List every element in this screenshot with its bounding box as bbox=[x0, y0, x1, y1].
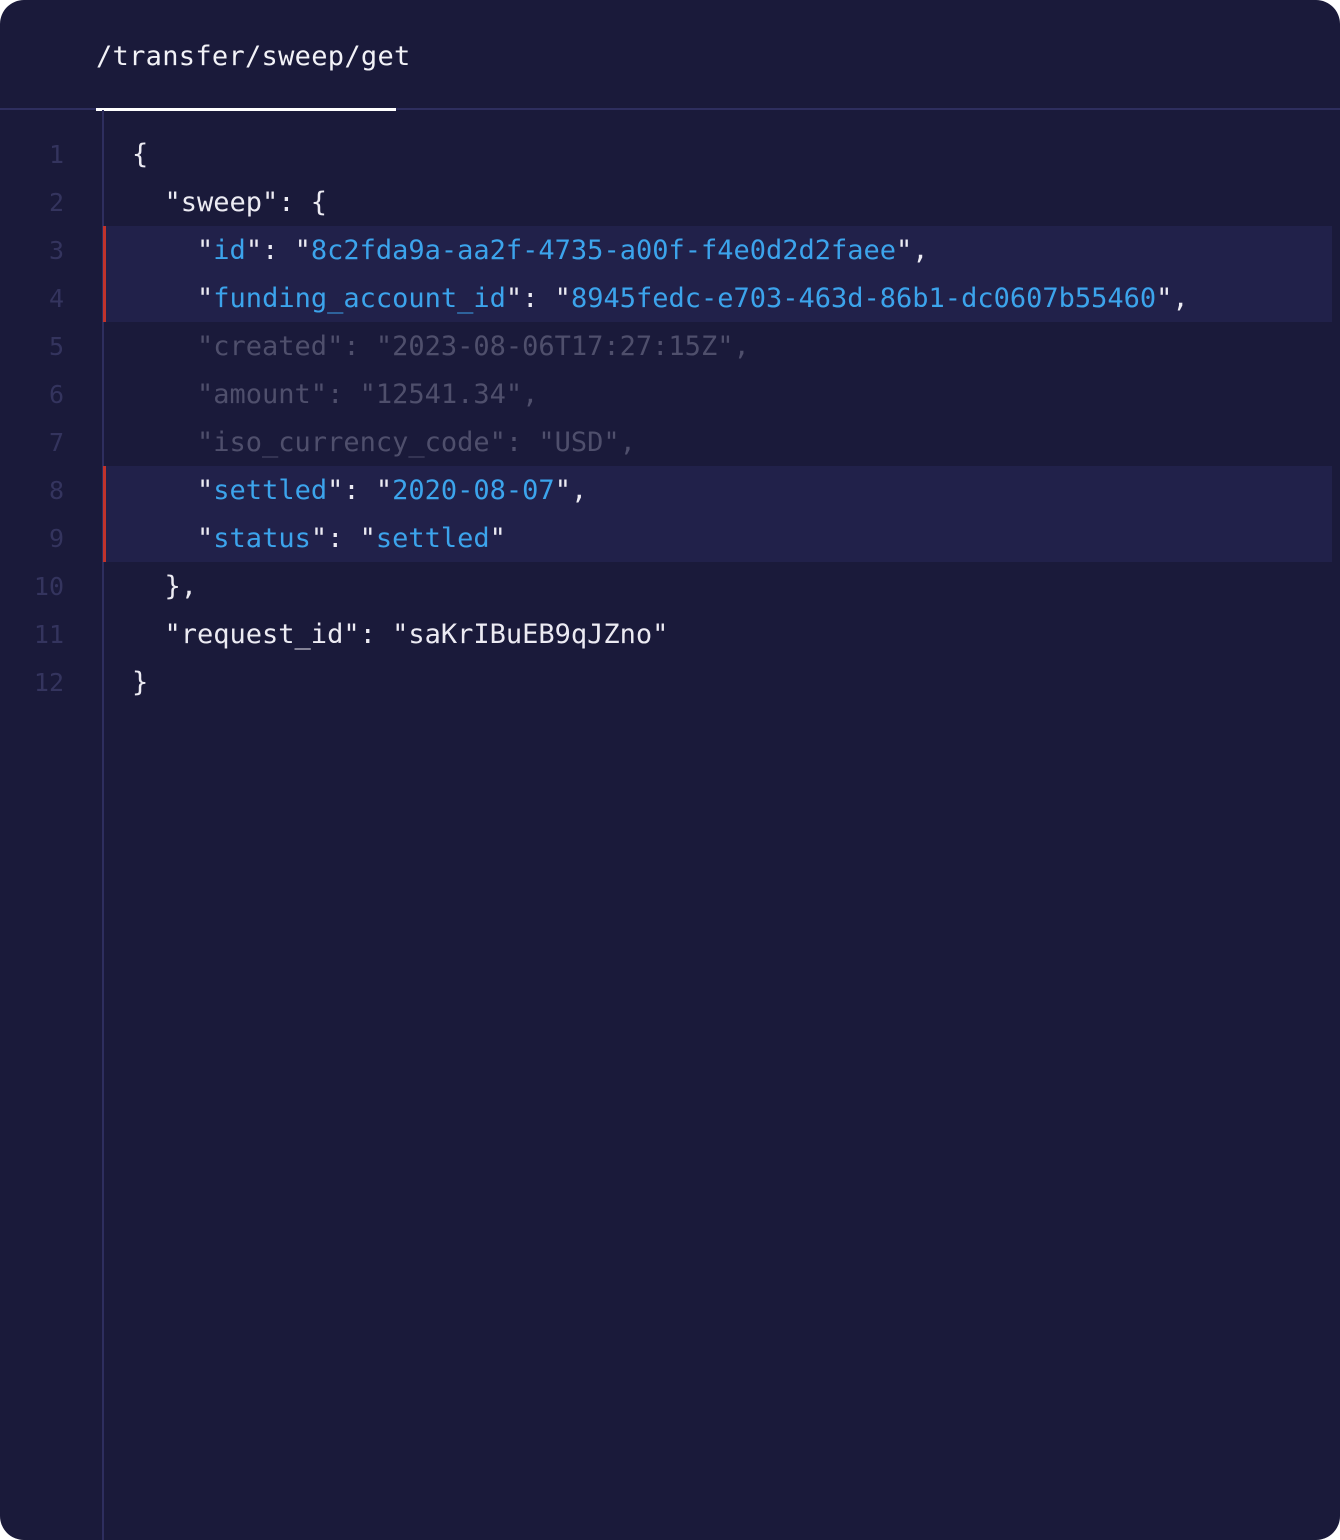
code-line: 11 "request_id": "saKrIBuEB9qJZno" bbox=[0, 612, 1340, 660]
line-number: 12 bbox=[33, 668, 64, 697]
tab-bar: /transfer/sweep/get bbox=[0, 0, 1340, 110]
code-text: "funding_account_id": "8945fedc-e703-463… bbox=[132, 276, 1189, 322]
json-key: funding_account_id bbox=[213, 283, 506, 314]
code-line: 1 { bbox=[0, 132, 1340, 180]
highlighted-code-line: 4 "funding_account_id": "8945fedc-e703-4… bbox=[0, 274, 1340, 324]
code-block: 1 { 2 "sweep": { 3 "id": "8c2fda9a-aa2f-… bbox=[0, 132, 1340, 708]
code-line: 2 "sweep": { bbox=[0, 180, 1340, 228]
line-number: 6 bbox=[48, 380, 64, 409]
line-number: 3 bbox=[48, 236, 64, 265]
json-trail: ", bbox=[554, 475, 588, 506]
code-line: 7 "iso_currency_code": "USD", bbox=[0, 420, 1340, 468]
line-number: 11 bbox=[33, 620, 64, 649]
code-line: 5 "created": "2023-08-06T17:27:15Z", bbox=[0, 324, 1340, 372]
line-number: 2 bbox=[48, 188, 64, 217]
json-value: 8c2fda9a-aa2f-4735-a00f-f4e0d2d2faee bbox=[310, 235, 897, 266]
code-text: { bbox=[132, 139, 149, 170]
json-key: id bbox=[213, 235, 246, 266]
json-value: settled bbox=[375, 523, 490, 554]
code-text: "id": "8c2fda9a-aa2f-4735-a00f-f4e0d2d2f… bbox=[132, 228, 929, 274]
code-text: "settled": "2020-08-07", bbox=[132, 468, 587, 514]
code-text: "request_id": "saKrIBuEB9qJZno" bbox=[132, 619, 669, 650]
line-number: 10 bbox=[33, 572, 64, 601]
highlighted-code-line: 3 "id": "8c2fda9a-aa2f-4735-a00f-f4e0d2d… bbox=[0, 226, 1340, 276]
code-text: "sweep": { bbox=[132, 187, 328, 218]
code-text: "status": "settled" bbox=[132, 516, 506, 562]
highlighted-code-line: 9 "status": "settled" bbox=[0, 514, 1340, 564]
code-text: "created": "2023-08-06T17:27:15Z", bbox=[132, 331, 750, 362]
json-trail: " bbox=[489, 523, 506, 554]
code-line: 6 "amount": "12541.34", bbox=[0, 372, 1340, 420]
highlighted-code-line: 8 "settled": "2020-08-07", bbox=[0, 466, 1340, 516]
line-number: 1 bbox=[48, 140, 64, 169]
line-number: 5 bbox=[48, 332, 64, 361]
json-trail: ", bbox=[896, 235, 929, 266]
json-value: 2020-08-07 bbox=[392, 475, 555, 506]
code-text: "amount": "12541.34", bbox=[132, 379, 539, 410]
line-number: 9 bbox=[48, 524, 64, 553]
json-value: 8945fedc-e703-463d-86b1-dc0607b55460 bbox=[570, 283, 1157, 314]
line-number: 4 bbox=[48, 284, 64, 313]
active-tab-indicator bbox=[96, 108, 396, 111]
json-trail: ", bbox=[1156, 283, 1189, 314]
line-number: 8 bbox=[48, 476, 64, 505]
line-number: 7 bbox=[48, 428, 64, 457]
code-text: } bbox=[132, 667, 149, 698]
tab-transfer-sweep-get[interactable]: /transfer/sweep/get bbox=[96, 0, 410, 110]
code-window: /transfer/sweep/get 1 { 2 "sweep": { 3 "… bbox=[0, 0, 1340, 1540]
code-text: "iso_currency_code": "USD", bbox=[132, 427, 636, 458]
code-line: 10 }, bbox=[0, 564, 1340, 612]
code-text: }, bbox=[132, 571, 198, 602]
code-line: 12 } bbox=[0, 660, 1340, 708]
json-key: settled bbox=[213, 475, 328, 506]
json-key: status bbox=[213, 523, 311, 554]
